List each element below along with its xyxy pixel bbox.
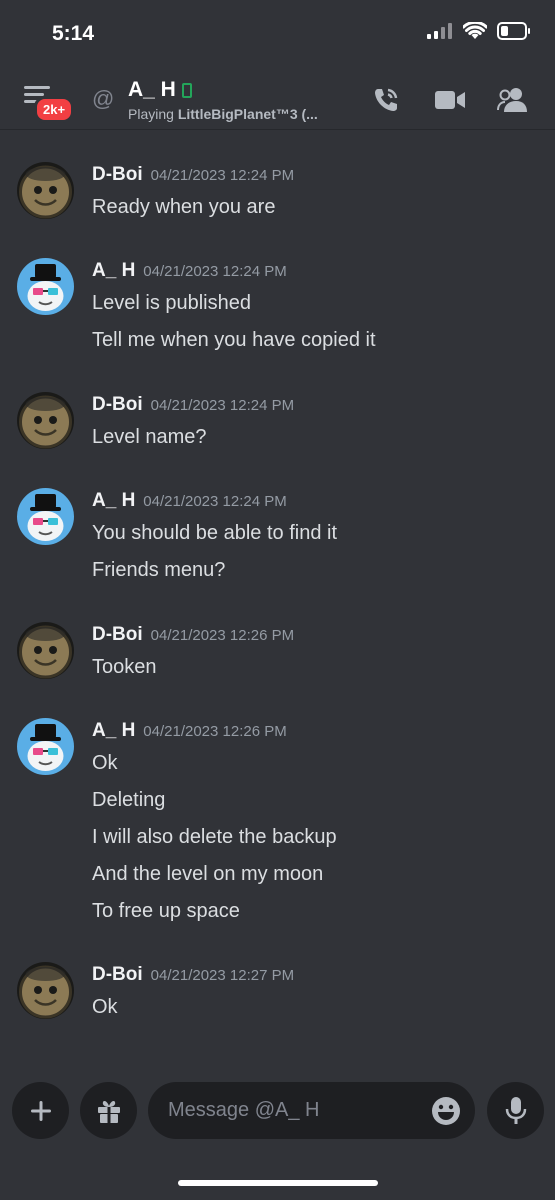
gift-icon [97, 1100, 120, 1123]
message-text[interactable]: Ok [92, 752, 118, 775]
message-timestamp: 04/21/2023 12:24 PM [150, 167, 295, 184]
message-timestamp: 04/21/2023 12:24 PM [150, 397, 295, 414]
video-camera-icon [435, 91, 465, 109]
message-author[interactable]: D-Boi 04/21/2023 12:24 PM [92, 394, 294, 416]
message-author[interactable]: A_ H 04/21/2023 12:24 PM [92, 490, 287, 512]
message-text[interactable]: To free up space [92, 900, 240, 923]
people-icon [497, 88, 527, 112]
sackboy-avatar[interactable] [17, 622, 74, 679]
message-text[interactable]: Level is published [92, 292, 251, 315]
author-name[interactable]: D-Boi [92, 624, 143, 645]
message-text[interactable]: Friends menu? [92, 559, 225, 582]
dm-username: A_ H [128, 78, 176, 101]
author-name[interactable]: D-Boi [92, 964, 143, 985]
activity-prefix: Playing [128, 106, 178, 122]
message-author[interactable]: D-Boi 04/21/2023 12:27 PM [92, 964, 294, 986]
message-author[interactable]: A_ H 04/21/2023 12:26 PM [92, 720, 287, 742]
wifi-icon [463, 22, 487, 39]
emoji-button[interactable] [431, 1096, 461, 1131]
voice-message-button[interactable] [487, 1082, 544, 1139]
message-text[interactable]: Ready when you are [92, 196, 275, 219]
message-input[interactable] [168, 1082, 418, 1139]
message-author[interactable]: D-Boi 04/21/2023 12:24 PM [92, 164, 294, 186]
message-text[interactable]: Level name? [92, 426, 207, 449]
message-text[interactable]: Deleting [92, 789, 165, 812]
message-text[interactable]: I will also delete the backup [92, 826, 337, 849]
message-author[interactable]: A_ H 04/21/2023 12:24 PM [92, 260, 287, 282]
message-timestamp: 04/21/2023 12:26 PM [150, 627, 295, 644]
voice-call-button[interactable] [370, 86, 402, 114]
emoji-smile-icon [432, 1097, 460, 1125]
activity-game: LittleBigPlanet™3 (... [177, 106, 318, 122]
sackboy-avatar[interactable] [17, 162, 74, 219]
author-name[interactable]: D-Boi [92, 394, 143, 415]
phone-call-icon [375, 88, 398, 111]
sackboy-avatar[interactable] [17, 392, 74, 449]
message-text[interactable]: Tell me when you have copied it [92, 329, 376, 352]
video-call-button[interactable] [434, 86, 466, 114]
message-timestamp: 04/21/2023 12:24 PM [143, 493, 287, 510]
tophat-avatar[interactable] [17, 488, 74, 545]
status-time: 5:14 [52, 22, 95, 45]
at-icon: @ [92, 86, 115, 111]
cellular-signal-icon [427, 23, 452, 39]
message-text[interactable]: Tooken [92, 656, 157, 679]
author-name[interactable]: D-Boi [92, 164, 143, 185]
message-author[interactable]: D-Boi 04/21/2023 12:26 PM [92, 624, 294, 646]
message-text[interactable]: You should be able to find it [92, 522, 337, 545]
tophat-avatar[interactable] [17, 718, 74, 775]
microphone-icon [505, 1096, 526, 1124]
message-timestamp: 04/21/2023 12:27 PM [150, 967, 295, 984]
message-timestamp: 04/21/2023 12:24 PM [143, 263, 287, 280]
author-name[interactable]: A_ H [92, 720, 135, 741]
message-input-wrapper [148, 1082, 475, 1139]
sackboy-avatar[interactable] [17, 962, 74, 1019]
members-button[interactable] [496, 86, 528, 114]
author-name[interactable]: A_ H [92, 490, 135, 511]
message-timestamp: 04/21/2023 12:26 PM [143, 723, 287, 740]
tophat-avatar[interactable] [17, 258, 74, 315]
activity-status: Playing LittleBigPlanet™3 (... [128, 106, 318, 122]
dm-title[interactable]: A_ H [128, 78, 192, 102]
home-indicator[interactable] [178, 1180, 378, 1186]
message-text[interactable]: Ok [92, 996, 118, 1019]
add-attachment-button[interactable] [12, 1082, 69, 1139]
plus-icon [30, 1100, 51, 1121]
notification-badge: 2k+ [34, 96, 75, 123]
author-name[interactable]: A_ H [92, 260, 135, 281]
mobile-status-icon [181, 82, 192, 98]
message-text[interactable]: And the level on my moon [92, 863, 323, 886]
gift-button[interactable] [80, 1082, 137, 1139]
battery-icon [497, 22, 530, 40]
status-bar: 5:14 [0, 0, 555, 68]
status-icons [427, 22, 531, 40]
